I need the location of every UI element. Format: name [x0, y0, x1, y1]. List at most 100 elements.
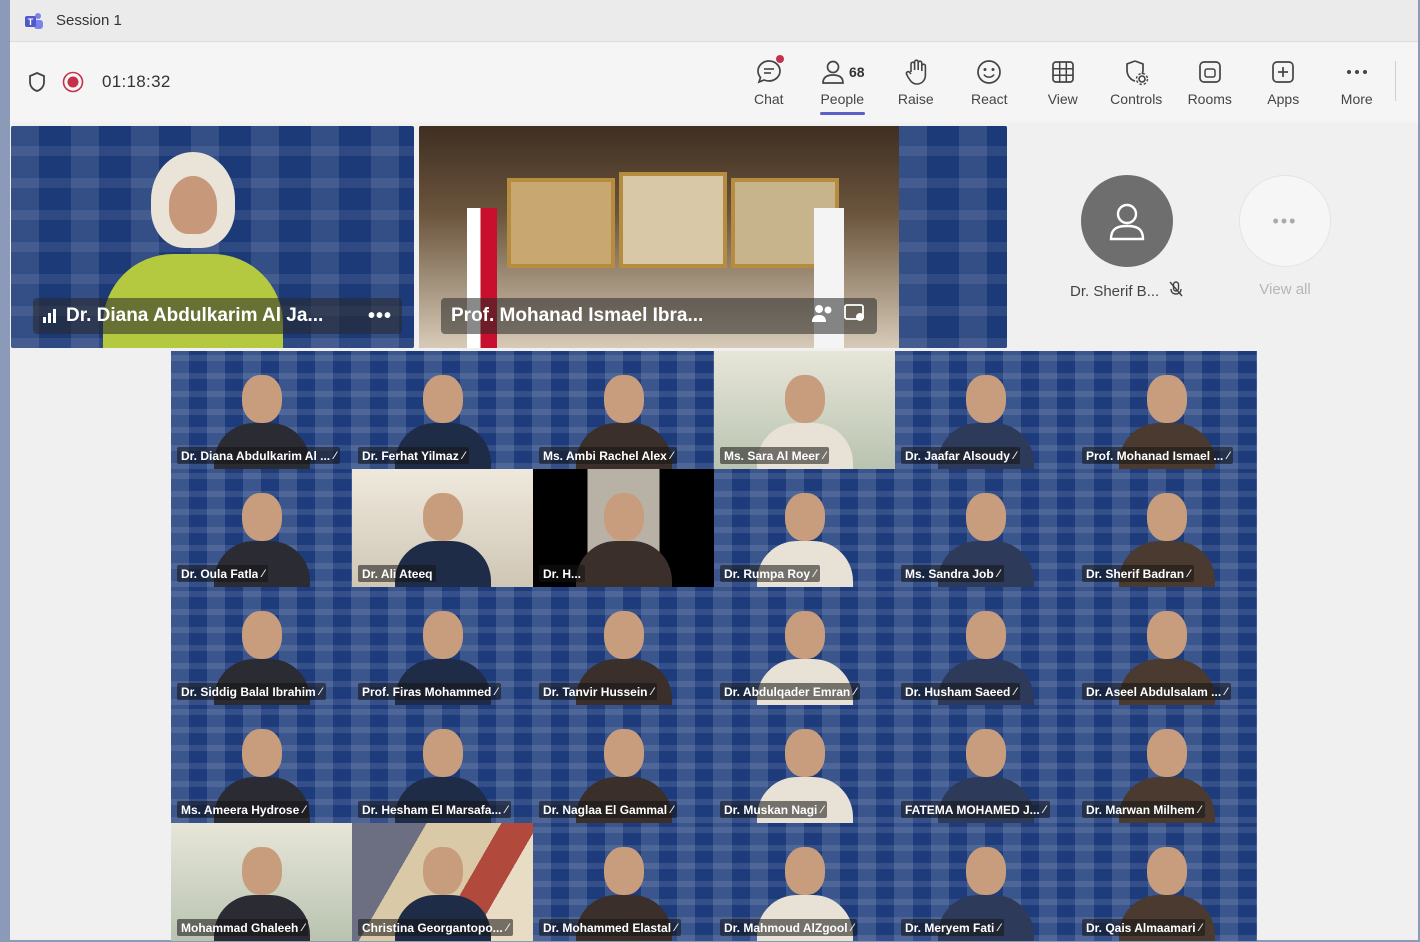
gallery-participant-tile[interactable]: Dr. Meryem Fati ⁄: [895, 823, 1076, 941]
grid-icon: [1050, 57, 1076, 87]
more-button[interactable]: More: [1320, 43, 1394, 121]
participant-face: [1146, 729, 1187, 777]
gallery-participant-tile[interactable]: FATEMA MOHAMED J... ⁄: [895, 705, 1076, 823]
gallery-participant-tile[interactable]: Dr. Ali Ateeq: [352, 469, 533, 587]
gallery-participant-tile[interactable]: Dr. Aseel Abdulsalam ... ⁄: [1076, 587, 1257, 705]
smiley-icon: [975, 57, 1003, 87]
participant-face: [603, 375, 644, 423]
react-label: React: [970, 91, 1008, 107]
view-all-label: View all: [1259, 281, 1311, 298]
gallery-participant-tile[interactable]: Dr. Husham Saeed ⁄: [895, 587, 1076, 705]
gallery-participant-tile[interactable]: Ms. Ameera Hydrose ⁄: [171, 705, 352, 823]
participant-name-label: Dr. Siddig Balal Ibrahim ⁄: [177, 683, 326, 700]
gallery-participant-tile[interactable]: Dr. Ferhat Yilmaz ⁄: [352, 351, 533, 469]
gallery-participant-tile[interactable]: Dr. Mohammed Elastal ⁄: [533, 823, 714, 941]
participant-name-label: Dr. Muskan Nagi ⁄: [720, 801, 828, 818]
shield-icon[interactable]: [26, 71, 48, 93]
mic-muted-icon: ⁄: [262, 567, 265, 580]
gallery-participant-tile[interactable]: Ms. Ambi Rachel Alex ⁄: [533, 351, 714, 469]
participant-name-label: Ms. Ambi Rachel Alex ⁄: [539, 447, 677, 464]
participant-name-label: Dr. Tanvir Hussein ⁄: [539, 683, 658, 700]
tile-more-options-icon[interactable]: •••: [368, 305, 392, 328]
mic-muted-icon: ⁄: [302, 921, 305, 934]
participant-name-label: Dr. Ferhat Yilmaz ⁄: [358, 447, 469, 464]
gallery-participant-tile[interactable]: Christina Georgantopo... ⁄: [352, 823, 533, 941]
participant-name: Dr. Naglaa El Gammal: [543, 802, 668, 817]
participant-name: FATEMA MOHAMED J...: [905, 802, 1040, 817]
ellipsis-icon: •••: [1239, 175, 1331, 267]
participant-name-label: Dr. Jaafar Alsoudy ⁄: [901, 447, 1020, 464]
mic-muted-icon: ⁄: [495, 685, 498, 698]
participant-name-label: Prof. Firas Mohammed ⁄: [358, 683, 502, 700]
chat-button[interactable]: Chat: [732, 43, 806, 121]
participant-face: [784, 375, 825, 423]
participant-face: [241, 847, 282, 895]
side-name-row: Dr. Sherif B...: [1070, 281, 1183, 301]
participant-name: Prof. Firas Mohammed: [362, 684, 492, 699]
raise-hand-button[interactable]: Raise: [879, 43, 953, 121]
participant-name-label: Dr. Marwan Milhem ⁄: [1082, 801, 1205, 818]
mic-muted-icon: ⁄: [303, 803, 306, 816]
gallery-participant-tile[interactable]: Dr. Rumpa Roy ⁄: [714, 469, 895, 587]
participant-face: [241, 611, 282, 659]
signal-bars-icon: [43, 309, 56, 323]
featured-video-tile[interactable]: Prof. Mohanad Ismael Ibra...: [419, 126, 1007, 348]
gallery-participant-tile[interactable]: Dr. Muskan Nagi ⁄: [714, 705, 895, 823]
shield-gear-icon: [1122, 57, 1150, 87]
mic-muted-icon: ⁄: [1043, 803, 1046, 816]
participant-name: Dr. Ferhat Yilmaz: [362, 448, 459, 463]
rooms-icon: [1197, 57, 1223, 87]
participant-name-label: FATEMA MOHAMED J... ⁄: [901, 801, 1050, 818]
gallery-participant-tile[interactable]: Dr. Naglaa El Gammal ⁄: [533, 705, 714, 823]
apps-button[interactable]: Apps: [1247, 43, 1321, 121]
mic-muted-icon: ⁄: [821, 803, 824, 816]
gallery-participant-tile[interactable]: Dr. H...: [533, 469, 714, 587]
gallery-participant-tile[interactable]: Dr. Oula Fatla ⁄: [171, 469, 352, 587]
participant-name: Dr. H...: [543, 566, 582, 581]
gallery-participant-tile[interactable]: Dr. Mahmoud AlZgool ⁄: [714, 823, 895, 941]
gallery-participant-tile[interactable]: Dr. Tanvir Hussein ⁄: [533, 587, 714, 705]
participant-name-label: Ms. Ameera Hydrose ⁄: [177, 801, 310, 818]
gallery-participant-tile[interactable]: Ms. Sara Al Meer ⁄: [714, 351, 895, 469]
mic-muted-icon: ⁄: [997, 567, 1000, 580]
controls-button[interactable]: Controls: [1100, 43, 1174, 121]
view-button[interactable]: View: [1026, 43, 1100, 121]
gallery-participant-tile[interactable]: Prof. Firas Mohammed ⁄: [352, 587, 533, 705]
people-button[interactable]: 68 People: [806, 43, 880, 121]
gallery-participant-tile[interactable]: Dr. Jaafar Alsoudy ⁄: [895, 351, 1076, 469]
gallery-participant-tile[interactable]: Dr. Abdulqader Emran ⁄: [714, 587, 895, 705]
view-label: View: [1047, 91, 1078, 107]
gallery-participant-tile[interactable]: Prof. Mohanad Ismael ... ⁄: [1076, 351, 1257, 469]
participant-face: [241, 729, 282, 777]
gallery-participant-tile[interactable]: Ms. Sandra Job ⁄: [895, 469, 1076, 587]
participant-face: [1146, 611, 1187, 659]
portrait-frame: [619, 172, 727, 268]
gallery-participant-tile[interactable]: Dr. Marwan Milhem ⁄: [1076, 705, 1257, 823]
participant-name: Dr. Mohammed Elastal: [543, 920, 672, 935]
participant-name: Dr. Diana Abdulkarim Al ...: [181, 448, 331, 463]
react-button[interactable]: React: [953, 43, 1027, 121]
mic-muted-icon: ⁄: [319, 685, 322, 698]
participant-name-label: Dr. Husham Saeed ⁄: [901, 683, 1021, 700]
participant-face: [784, 729, 825, 777]
meeting-timer: 01:18:32: [102, 72, 171, 91]
gallery-participant-tile[interactable]: Dr. Siddig Balal Ibrahim ⁄: [171, 587, 352, 705]
gallery-participant-tile[interactable]: Dr. Hesham El Marsafa... ⁄: [352, 705, 533, 823]
gallery-participant-tile[interactable]: Dr. Diana Abdulkarim Al ... ⁄: [171, 351, 352, 469]
raise-label: Raise: [897, 91, 934, 107]
side-participant-tile[interactable]: Dr. Sherif B...: [1070, 175, 1183, 301]
meeting-window: T Session 1 01:18:32 Chat 68 People Rais…: [10, 0, 1418, 941]
featured-video-tile[interactable]: Dr. Diana Abdulkarim Al Ja... •••: [11, 126, 414, 348]
view-all-tile[interactable]: ••• View all: [1239, 175, 1331, 298]
rooms-button[interactable]: Rooms: [1173, 43, 1247, 121]
banner-panel: [899, 126, 1007, 348]
gallery-participant-tile[interactable]: Dr. Qais Almaamari ⁄: [1076, 823, 1257, 941]
participant-name: Dr. Hesham El Marsafa...: [362, 802, 502, 817]
participant-name: Ms. Sara Al Meer: [724, 448, 820, 463]
meeting-toolbar: 01:18:32 Chat 68 People Raise React View…: [10, 43, 1418, 121]
participant-name-label: Dr. Oula Fatla ⁄: [177, 565, 269, 582]
gallery-participant-tile[interactable]: Mohammad Ghaleeh ⁄: [171, 823, 352, 941]
participant-name-label: Mohammad Ghaleeh ⁄: [177, 919, 309, 936]
gallery-participant-tile[interactable]: Dr. Sherif Badran ⁄: [1076, 469, 1257, 587]
participant-face: [1146, 375, 1187, 423]
